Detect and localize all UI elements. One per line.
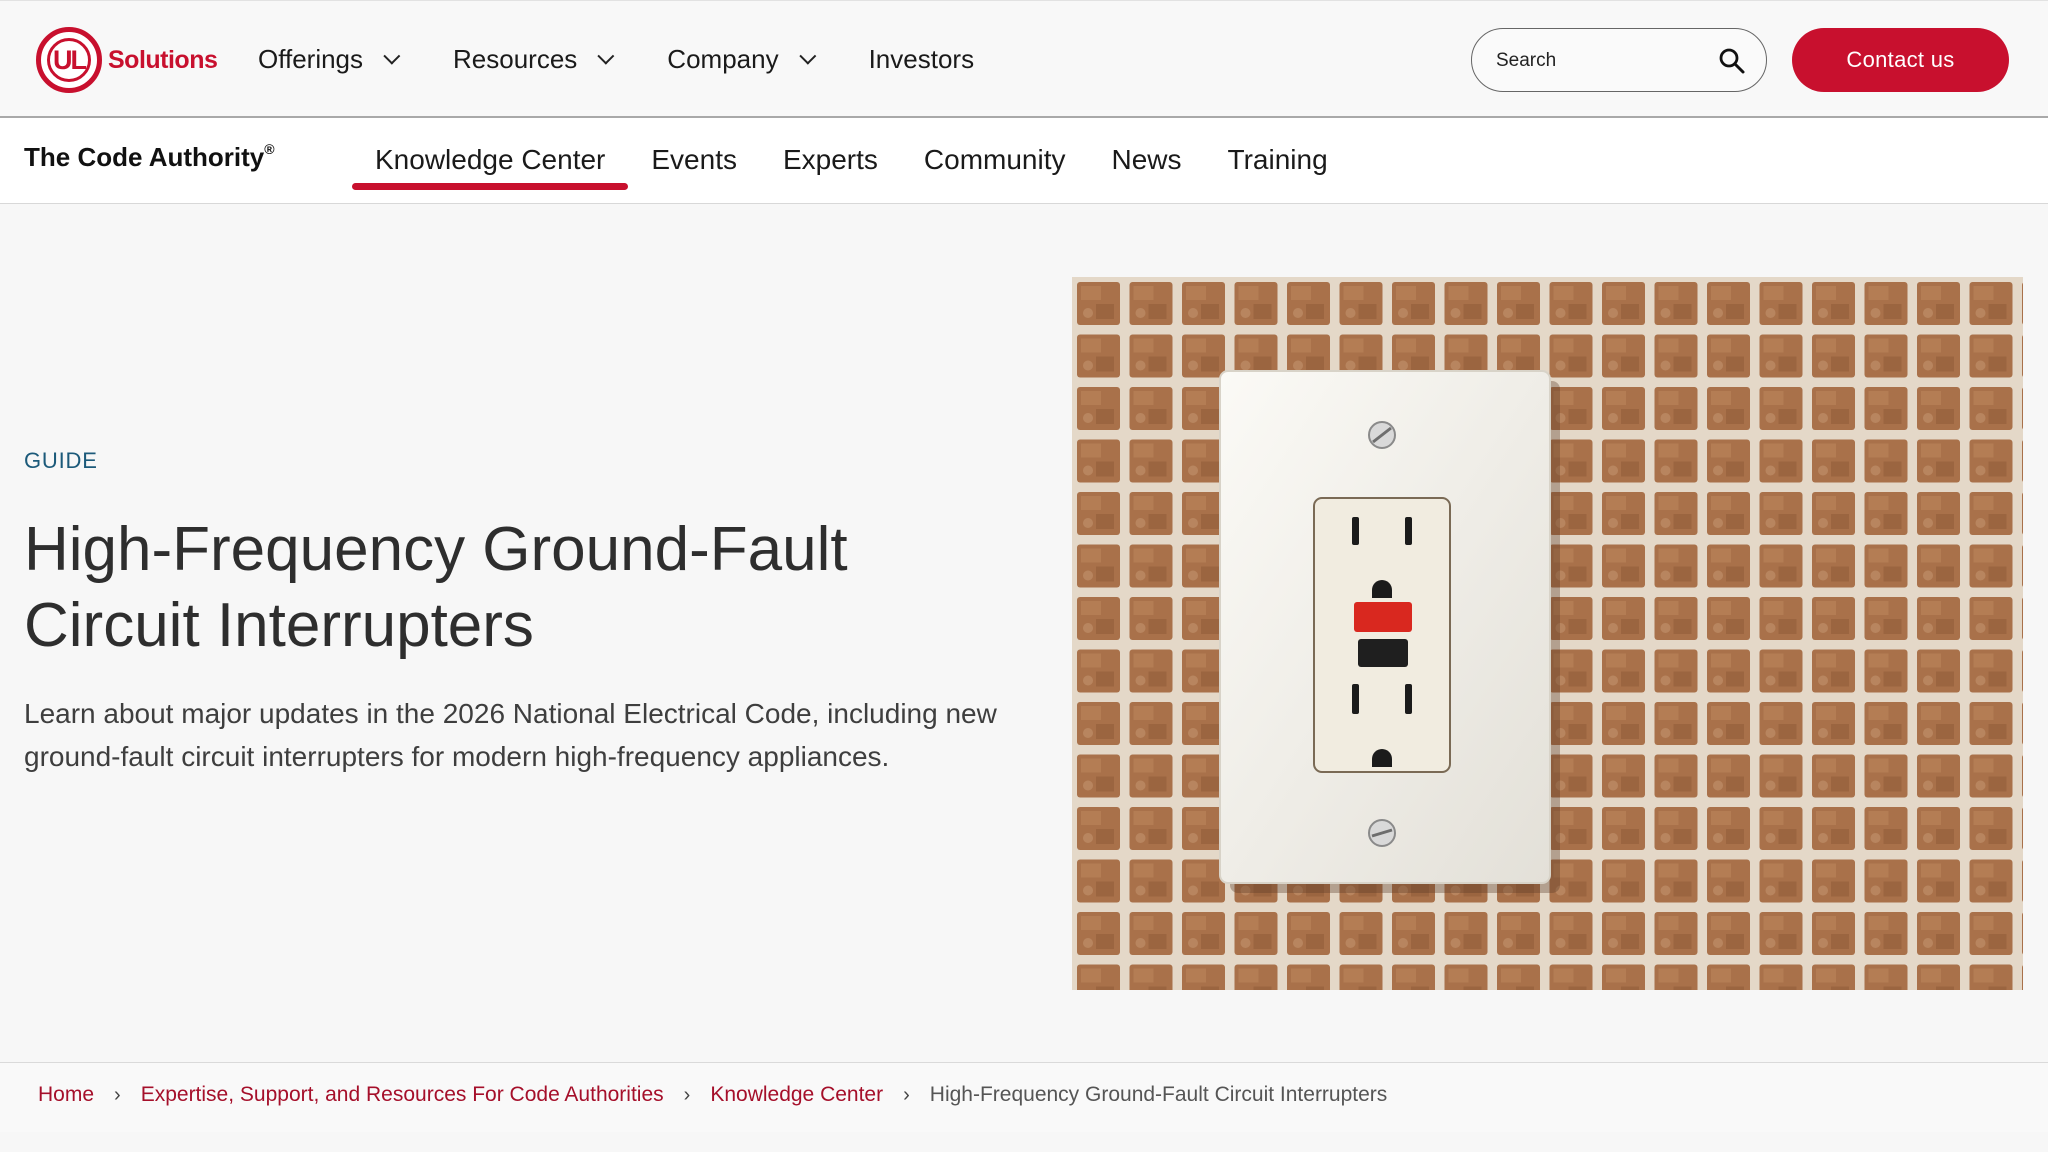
section-nav-bar: The Code Authority® Knowledge Center Eve… xyxy=(0,118,2048,204)
chevron-down-icon xyxy=(597,47,615,65)
nav-offerings-label: Offerings xyxy=(258,43,364,74)
section-brand[interactable]: The Code Authority® xyxy=(24,141,275,173)
tab-experts[interactable]: Experts xyxy=(760,140,901,190)
breadcrumb-bar: Home › Expertise, Support, and Resources… xyxy=(0,1062,2048,1132)
breadcrumb-code-authorities[interactable]: Expertise, Support, and Resources For Co… xyxy=(141,1083,664,1107)
gfci-outlet-image xyxy=(1072,277,2023,990)
nav-investors-label: Investors xyxy=(868,43,975,74)
chevron-down-icon xyxy=(798,47,816,65)
nav-company[interactable]: Company xyxy=(667,43,816,75)
chevron-right-icon: › xyxy=(903,1083,910,1106)
breadcrumb-current: High-Frequency Ground-Fault Circuit Inte… xyxy=(929,1083,1388,1106)
tab-knowledge-center[interactable]: Knowledge Center xyxy=(352,140,629,190)
logo-text: Solutions xyxy=(108,45,218,74)
chevron-down-icon xyxy=(383,47,401,65)
nav-resources-label: Resources xyxy=(453,43,578,74)
content-type-label: GUIDE xyxy=(24,448,98,473)
breadcrumb-home[interactable]: Home xyxy=(38,1083,94,1107)
search-input[interactable] xyxy=(1496,47,1716,75)
tab-training[interactable]: Training xyxy=(1205,140,1351,190)
nav-resources[interactable]: Resources xyxy=(453,43,615,75)
ul-logo-icon: UL xyxy=(36,27,102,93)
nav-company-label: Company xyxy=(667,43,779,74)
page-description: Learn about major updates in the 2026 Na… xyxy=(24,698,997,772)
nav-offerings[interactable]: Offerings xyxy=(258,43,401,75)
gfci-outlet-photo xyxy=(1072,277,2023,990)
section-brand-label: The Code Authority xyxy=(24,142,265,172)
chevron-right-icon: › xyxy=(114,1083,121,1106)
search-icon[interactable] xyxy=(1718,47,1746,75)
breadcrumb: Home › Expertise, Support, and Resources… xyxy=(38,1083,1387,1107)
tab-news[interactable]: News xyxy=(1089,140,1205,190)
site-header: UL Solutions Offerings Resources Company… xyxy=(0,0,2048,118)
page-title-line-1: High-Frequency Ground-Fault xyxy=(24,515,848,584)
contact-us-button[interactable]: Contact us xyxy=(1792,28,2009,92)
page-title-line-2: Circuit Interrupters xyxy=(24,591,534,660)
page-title: High-Frequency Ground-Fault Circuit Inte… xyxy=(24,512,944,664)
hero-section: GUIDE High-Frequency Ground-Fault Circui… xyxy=(0,205,2048,1062)
registered-mark: ® xyxy=(264,141,275,158)
breadcrumb-knowledge-center[interactable]: Knowledge Center xyxy=(710,1083,883,1107)
ul-solutions-logo[interactable]: UL Solutions xyxy=(36,25,218,95)
search-box xyxy=(1471,28,1767,92)
chevron-right-icon: › xyxy=(683,1083,691,1106)
section-tabs: Knowledge Center Events Experts Communit… xyxy=(352,140,1351,196)
tab-community[interactable]: Community xyxy=(901,140,1089,190)
nav-investors[interactable]: Investors xyxy=(869,44,975,75)
main-nav: Offerings Resources Company Investors xyxy=(258,31,1032,87)
tab-events[interactable]: Events xyxy=(628,140,760,190)
